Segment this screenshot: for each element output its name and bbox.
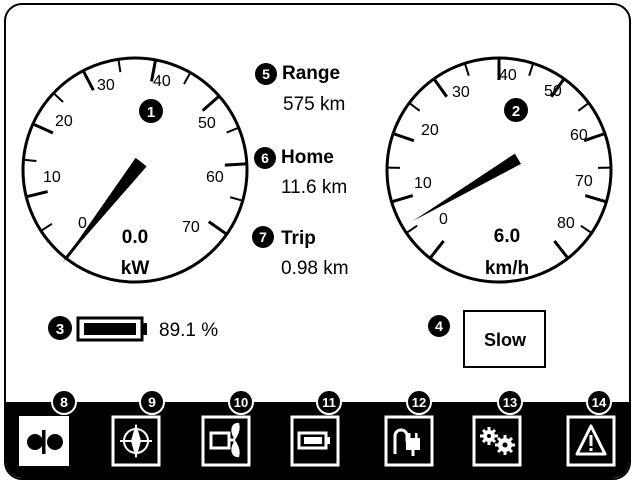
power-value: 0.0 (122, 227, 148, 248)
range-value: 575 km (283, 94, 345, 115)
speed-tick-label-70: 70 (575, 173, 593, 190)
marker-13-label: 13 (503, 395, 517, 410)
speed-tick-label-50: 50 (544, 83, 562, 100)
speed-tick-label-30: 30 (452, 84, 470, 101)
speed-tick-label-0: 0 (439, 211, 448, 228)
marker-7-label: 7 (259, 229, 267, 245)
power-tick-label-70: 70 (182, 219, 200, 236)
speed-unit: km/h (485, 258, 529, 279)
toolbar-button-charging[interactable] (384, 415, 434, 467)
speed-gauge: 0 10 20 30 40 50 60 70 80 6.0 km/h 2 (385, 56, 613, 284)
speed-tick-label-10: 10 (414, 175, 432, 192)
speed-tick-label-20: 20 (421, 122, 439, 139)
marker-9-label: 9 (148, 394, 156, 410)
toolbar-button-settings[interactable] (472, 415, 522, 467)
marker-4-label: 4 (435, 318, 443, 334)
marker-1-label: 1 (147, 104, 155, 121)
toolbar-button-motor[interactable] (201, 415, 251, 467)
home-label: Home (281, 147, 334, 168)
speed-tick-label-40: 40 (499, 67, 517, 84)
power-tick-label-60: 60 (206, 169, 224, 186)
trip-value: 0.98 km (281, 258, 349, 279)
mode-button[interactable]: 4 Slow (428, 310, 546, 368)
power-tick-label-30: 30 (97, 77, 115, 94)
info-home: 6 Home 11.6 km (254, 147, 347, 198)
toolbar-button-warning[interactable] (566, 415, 616, 467)
power-gauge: 0 10 20 30 40 50 60 70 0.0 kW 1 (21, 56, 249, 284)
major-tick (224, 162, 246, 167)
power-tick-label-20: 20 (55, 113, 73, 130)
power-tick-label-40: 40 (153, 73, 171, 90)
marker-6-label: 6 (261, 150, 269, 166)
speed-tick-label-60: 60 (570, 127, 588, 144)
toolbar-button-gauges[interactable] (19, 416, 69, 466)
battery-percent: 89.1 % (159, 320, 218, 341)
toolbar-button-battery[interactable] (290, 415, 340, 467)
range-label: Range (282, 63, 340, 84)
marker-5-label: 5 (262, 66, 270, 82)
speed-value: 6.0 (494, 226, 520, 247)
power-tick-label-10: 10 (43, 169, 61, 186)
battery-status: 3 89.1 % (48, 316, 218, 342)
minor-tick (24, 158, 37, 162)
speed-tick-label-80: 80 (557, 215, 575, 232)
marker-12-label: 12 (412, 395, 426, 410)
mode-button-label[interactable]: Slow (484, 330, 527, 350)
battery-icon (76, 316, 147, 342)
power-tick-label-50: 50 (198, 115, 216, 132)
info-trip: 7 Trip 0.98 km (252, 226, 349, 279)
marker-2-label: 2 (512, 103, 520, 120)
marker-11-label: 11 (322, 395, 336, 410)
marker-14-label: 14 (592, 395, 607, 410)
power-tick-label-0: 0 (78, 215, 87, 232)
display-screen: 0 10 20 30 40 50 60 70 0.0 kW 1 0 10 20 … (4, 3, 631, 480)
home-value: 11.6 km (281, 177, 347, 198)
marker-8-label: 8 (60, 394, 68, 410)
marker-3-label: 3 (56, 321, 64, 338)
trip-label: Trip (281, 228, 316, 249)
marker-10-label: 10 (234, 395, 248, 410)
info-range: 5 Range 575 km (255, 63, 345, 115)
power-unit: kW (121, 258, 150, 279)
toolbar-button-compass[interactable] (111, 415, 161, 467)
